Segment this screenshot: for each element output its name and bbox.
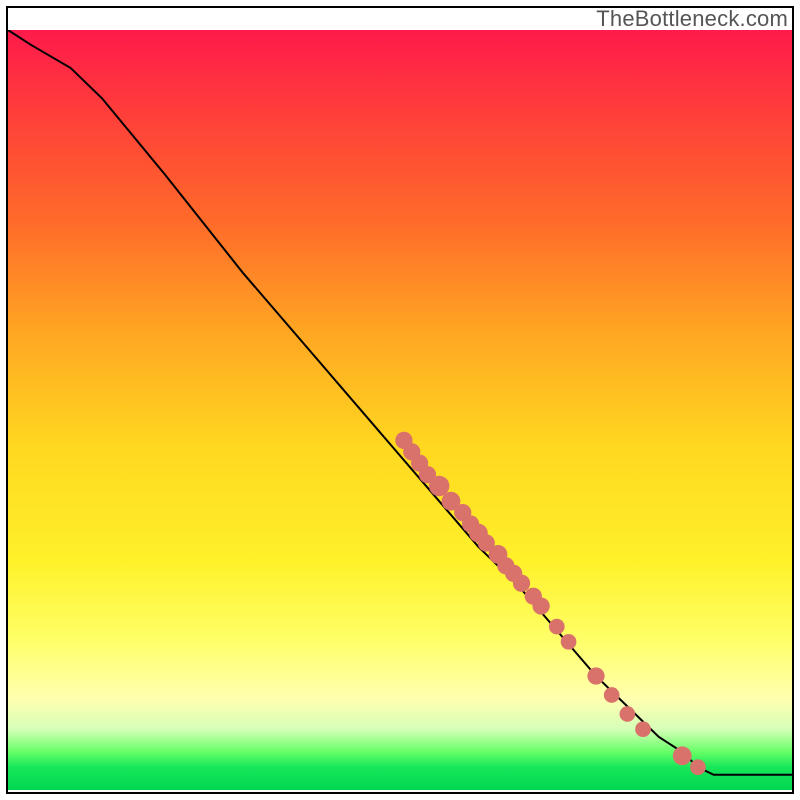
scatter-dot [635, 721, 651, 737]
chart-curve [8, 30, 792, 775]
scatter-dot [532, 597, 549, 614]
scatter-dot [513, 575, 530, 592]
scatter-dot [673, 746, 692, 765]
scatter-dot [604, 687, 620, 703]
chart-plot [8, 30, 792, 790]
scatter-dot [587, 667, 604, 684]
scatter-dot [620, 706, 636, 722]
chart-scatter-dots [395, 432, 705, 775]
scatter-dot [549, 619, 565, 635]
scatter-dot [561, 634, 577, 650]
watermark-text: TheBottleneck.com [596, 6, 788, 32]
scatter-dot [690, 759, 706, 775]
